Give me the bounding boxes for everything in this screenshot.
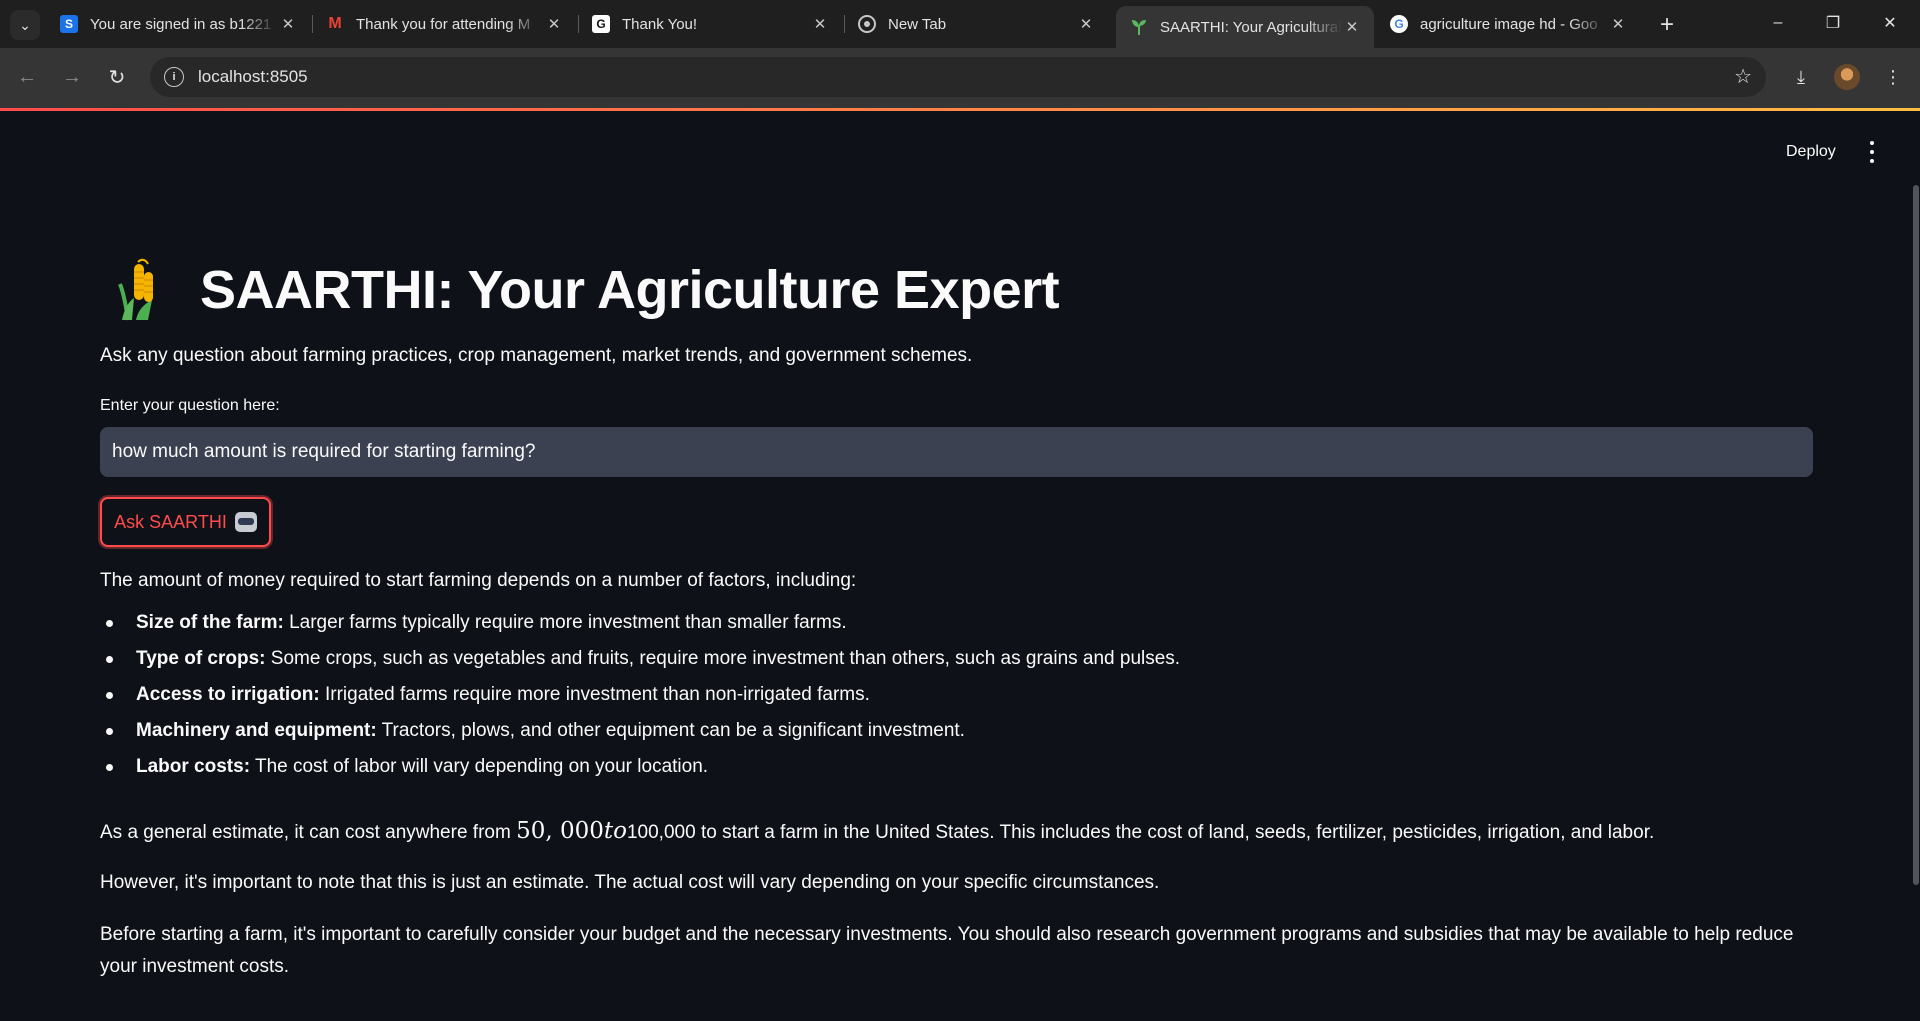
question-input[interactable]: [100, 427, 1813, 477]
factor-term: Access to irrigation:: [136, 684, 320, 705]
factor-term: Type of crops:: [136, 648, 266, 669]
estimate-prefix: As a general estimate, it can cost anywh…: [100, 822, 517, 843]
page-scrollbar[interactable]: [1913, 185, 1919, 885]
factor-list: Size of the farm: Larger farms typically…: [100, 605, 1180, 785]
browser-menu-icon[interactable]: ⋮: [1878, 62, 1908, 92]
forward-arrow-icon[interactable]: →: [57, 62, 87, 92]
answer-caveat: However, it's important to note that thi…: [100, 872, 1160, 893]
browser-tab[interactable]: S You are signed in as b1221 ✕: [46, 6, 310, 42]
sprout-favicon-icon: [1130, 18, 1148, 36]
factor-text: Tractors, plows, and other equipment can…: [381, 720, 965, 741]
deploy-button[interactable]: Deploy: [1786, 143, 1836, 161]
factor-text: Irrigated farms require more investment …: [325, 684, 870, 705]
browser-toolbar: ← → ↻ i localhost:8505 ☆ ⤓ ⋮: [0, 48, 1920, 109]
tab-title: Thank You!: [622, 15, 698, 33]
tab-search-chevron-icon[interactable]: ⌄: [10, 10, 40, 40]
math-to: to: [603, 818, 627, 844]
address-bar[interactable]: i localhost:8505 ☆: [150, 57, 1766, 97]
tab-title: New Tab: [888, 15, 947, 33]
site-info-icon[interactable]: i: [164, 67, 184, 87]
ask-saarthi-button[interactable]: Ask SAARTHI: [100, 497, 271, 547]
url-text: localhost:8505: [198, 67, 308, 86]
s-favicon-icon: S: [60, 15, 78, 33]
profile-avatar[interactable]: [1832, 62, 1862, 92]
list-item: Labor costs: The cost of labor will vary…: [105, 749, 1180, 785]
minimize-icon[interactable]: –: [1758, 8, 1798, 38]
robot-emoji-icon: [234, 512, 257, 532]
browser-tab[interactable]: G Thank You! ✕: [578, 6, 842, 42]
answer-estimate: As a general estimate, it can cost anywh…: [100, 815, 1654, 849]
browser-tab[interactable]: G agriculture image hd - Goo ✕: [1376, 6, 1640, 42]
browser-tab[interactable]: M Thank you for attending M ✕: [312, 6, 576, 42]
estimate-suffix: 100,000 to start a farm in the United St…: [626, 822, 1655, 843]
factor-text: The cost of labor will vary depending on…: [254, 756, 709, 777]
tab-title: agriculture image hd - Goo: [1420, 15, 1598, 33]
tab-close-icon[interactable]: ✕: [810, 15, 830, 33]
factor-term: Machinery and equipment:: [136, 720, 377, 741]
tab-title: Thank you for attending M: [356, 15, 531, 33]
answer-intro: The amount of money required to start fa…: [100, 570, 857, 591]
tab-title: You are signed in as b1221: [90, 15, 272, 33]
list-item: Size of the farm: Larger farms typically…: [105, 605, 1180, 641]
browser-tab-strip: ⌄ S You are signed in as b1221 ✕ M Thank…: [0, 0, 1920, 48]
tab-close-icon[interactable]: ✕: [1076, 15, 1096, 33]
ask-button-label: Ask SAARTHI: [114, 511, 227, 532]
page-subtitle: Ask any question about farming practices…: [100, 345, 973, 366]
downloads-icon[interactable]: ⤓: [1786, 62, 1816, 92]
window-close-icon[interactable]: ✕: [1870, 8, 1910, 38]
question-input-label: Enter your question here:: [100, 397, 280, 414]
tab-close-icon[interactable]: ✕: [1608, 15, 1628, 33]
corn-emoji-icon: [114, 258, 170, 322]
chrome-favicon-icon: [858, 15, 876, 33]
main-menu-icon[interactable]: [1866, 141, 1878, 163]
browser-tab[interactable]: New Tab ✕: [844, 6, 1108, 42]
answer-closing: Before starting a farm, it's important t…: [100, 924, 1794, 977]
estimate-math: 50, 000to: [516, 818, 627, 844]
factor-term: Size of the farm:: [136, 612, 284, 633]
tab-close-icon[interactable]: ✕: [278, 15, 298, 33]
list-item: Access to irrigation: Irrigated farms re…: [105, 677, 1180, 713]
new-tab-plus-icon[interactable]: +: [1652, 10, 1682, 40]
factor-term: Labor costs:: [136, 756, 251, 777]
title-row: SAARTHI: Your Agriculture Expert: [100, 250, 1060, 330]
factor-text: Some crops, such as vegetables and fruit…: [270, 648, 1181, 669]
reload-icon[interactable]: ↻: [102, 62, 132, 92]
gmail-favicon-icon: M: [328, 15, 342, 32]
google-favicon-icon: G: [1390, 15, 1408, 33]
tab-close-icon[interactable]: ✕: [544, 15, 564, 33]
streamlit-header-decoration: [0, 108, 1920, 111]
tab-title: SAARTHI: Your Agricultural: [1160, 18, 1342, 36]
tab-close-icon[interactable]: ✕: [1342, 18, 1362, 36]
restore-icon[interactable]: ❐: [1813, 8, 1853, 38]
list-item: Machinery and equipment: Tractors, plows…: [105, 713, 1180, 749]
browser-tab-active[interactable]: SAARTHI: Your Agricultural ✕: [1116, 6, 1374, 48]
list-item: Type of crops: Some crops, such as veget…: [105, 641, 1181, 677]
factor-text: Larger farms typically require more inve…: [289, 612, 847, 633]
back-arrow-icon[interactable]: ←: [12, 62, 42, 92]
math-number: 50, 000: [516, 818, 604, 844]
g-favicon-icon: G: [592, 15, 610, 33]
bookmark-star-icon[interactable]: ☆: [1734, 64, 1752, 89]
page-title: SAARTHI: Your Agriculture Expert: [200, 260, 1060, 320]
